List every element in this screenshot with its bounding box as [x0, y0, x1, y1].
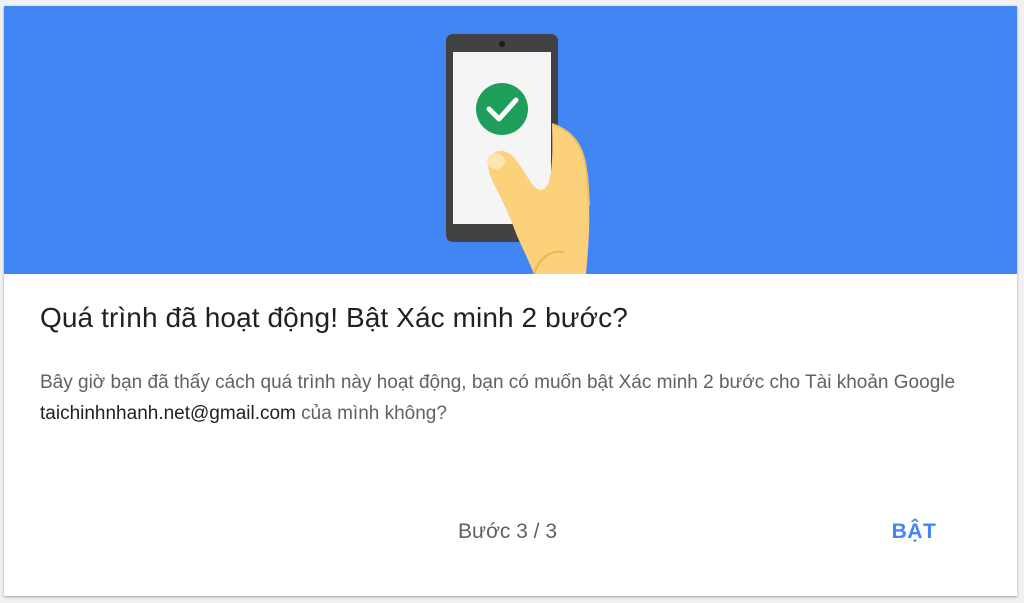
phone-illustration	[446, 34, 590, 274]
description-text-end: của mình không?	[295, 403, 447, 424]
checkmark-icon	[476, 83, 528, 135]
account-email: taichinhnhanh.net@gmail.com	[40, 403, 296, 424]
two-step-verification-dialog: Quá trình đã hoạt động! Bật Xác minh 2 b…	[4, 6, 1017, 596]
hero-banner	[4, 6, 1017, 274]
turn-on-button[interactable]: BẬT	[880, 514, 948, 550]
description-text: Bây giờ bạn đã thấy cách quá trình này h…	[40, 372, 956, 393]
dialog-title: Quá trình đã hoạt động! Bật Xác minh 2 b…	[40, 302, 628, 333]
step-indicator: Bước 3 / 3	[458, 520, 558, 543]
dialog-description: Bây giờ bạn đã thấy cách quá trình này h…	[40, 367, 970, 429]
